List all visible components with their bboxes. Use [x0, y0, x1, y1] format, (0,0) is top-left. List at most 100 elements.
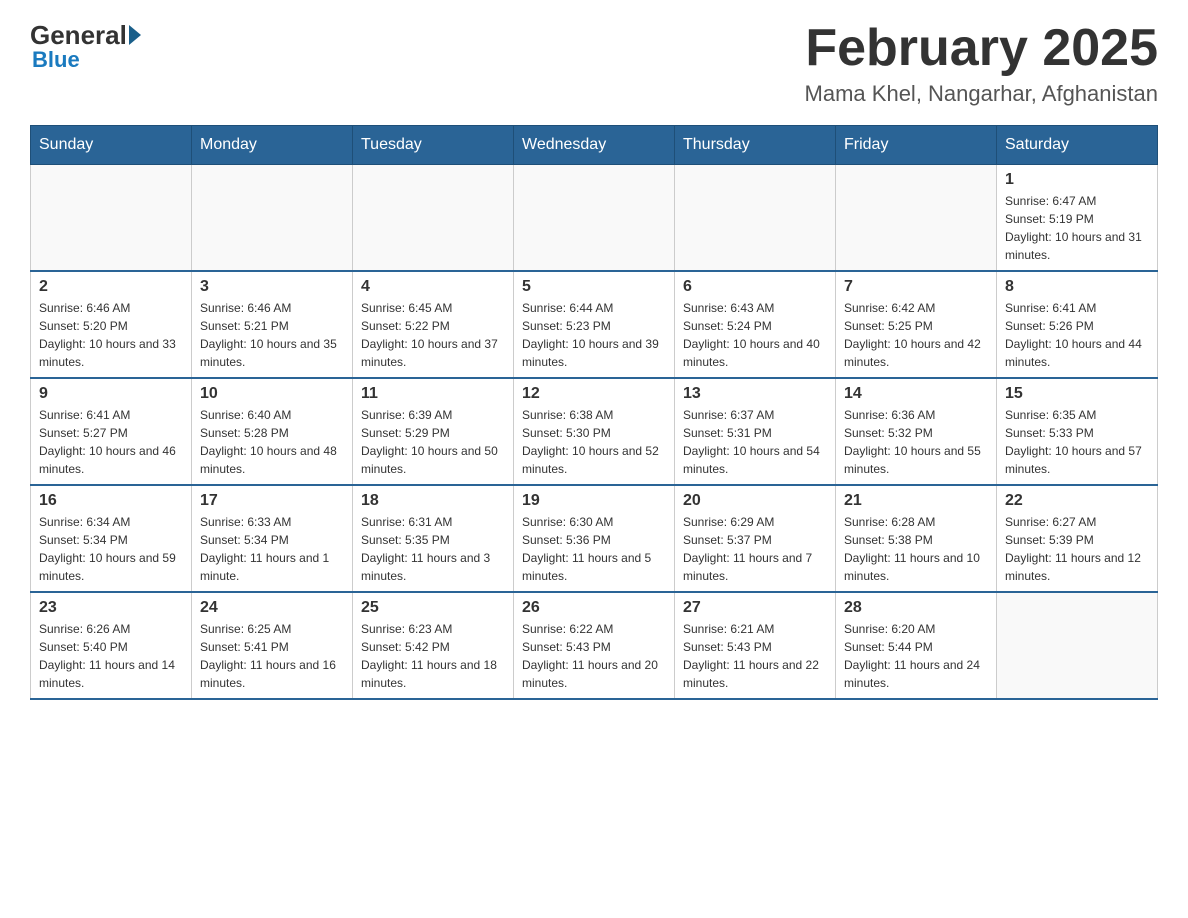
page-header: General Blue February 2025 Mama Khel, Na… — [30, 20, 1158, 107]
calendar-cell: 25 Sunrise: 6:23 AM Sunset: 5:42 PM Dayli… — [353, 592, 514, 699]
logo-arrow-icon — [129, 25, 141, 45]
calendar-week-1: 1 Sunrise: 6:47 AM Sunset: 5:19 PM Daylig… — [31, 165, 1158, 272]
calendar-cell: 20 Sunrise: 6:29 AM Sunset: 5:37 PM Dayli… — [675, 485, 836, 592]
calendar-week-3: 9 Sunrise: 6:41 AM Sunset: 5:27 PM Daylig… — [31, 378, 1158, 485]
calendar-cell: 2 Sunrise: 6:46 AM Sunset: 5:20 PM Daylig… — [31, 271, 192, 378]
day-info: Sunrise: 6:35 AM Sunset: 5:33 PM Dayligh… — [1005, 406, 1149, 478]
day-number: 17 — [200, 492, 344, 510]
day-number: 5 — [522, 278, 666, 296]
calendar-cell: 21 Sunrise: 6:28 AM Sunset: 5:38 PM Dayli… — [836, 485, 997, 592]
calendar-cell — [353, 165, 514, 272]
day-info: Sunrise: 6:33 AM Sunset: 5:34 PM Dayligh… — [200, 513, 344, 585]
weekday-header-saturday: Saturday — [997, 126, 1158, 165]
calendar-cell: 22Sunrise: 6:27 AM Sunset: 5:39 PM Dayli… — [997, 485, 1158, 592]
weekday-header-monday: Monday — [192, 126, 353, 165]
day-info: Sunrise: 6:41 AM Sunset: 5:26 PM Dayligh… — [1005, 299, 1149, 371]
calendar-cell: 12 Sunrise: 6:38 AM Sunset: 5:30 PM Dayli… — [514, 378, 675, 485]
calendar-cell: 9 Sunrise: 6:41 AM Sunset: 5:27 PM Daylig… — [31, 378, 192, 485]
calendar-cell: 5 Sunrise: 6:44 AM Sunset: 5:23 PM Daylig… — [514, 271, 675, 378]
day-number: 4 — [361, 278, 505, 296]
month-title: February 2025 — [805, 20, 1158, 77]
calendar-cell: 17 Sunrise: 6:33 AM Sunset: 5:34 PM Dayli… — [192, 485, 353, 592]
day-number: 6 — [683, 278, 827, 296]
day-info: Sunrise: 6:27 AM Sunset: 5:39 PM Dayligh… — [1005, 513, 1149, 585]
day-number: 19 — [522, 492, 666, 510]
day-info: Sunrise: 6:37 AM Sunset: 5:31 PM Dayligh… — [683, 406, 827, 478]
day-number: 9 — [39, 385, 183, 403]
day-number: 23 — [39, 599, 183, 617]
day-info: Sunrise: 6:28 AM Sunset: 5:38 PM Dayligh… — [844, 513, 988, 585]
day-number: 13 — [683, 385, 827, 403]
calendar-cell: 6 Sunrise: 6:43 AM Sunset: 5:24 PM Daylig… — [675, 271, 836, 378]
calendar-cell — [192, 165, 353, 272]
weekday-header-wednesday: Wednesday — [514, 126, 675, 165]
day-number: 25 — [361, 599, 505, 617]
day-info: Sunrise: 6:45 AM Sunset: 5:22 PM Dayligh… — [361, 299, 505, 371]
calendar-week-5: 23 Sunrise: 6:26 AM Sunset: 5:40 PM Dayli… — [31, 592, 1158, 699]
calendar-cell — [836, 165, 997, 272]
day-number: 24 — [200, 599, 344, 617]
day-info: Sunrise: 6:43 AM Sunset: 5:24 PM Dayligh… — [683, 299, 827, 371]
calendar-week-4: 16 Sunrise: 6:34 AM Sunset: 5:34 PM Dayli… — [31, 485, 1158, 592]
day-info: Sunrise: 6:29 AM Sunset: 5:37 PM Dayligh… — [683, 513, 827, 585]
calendar-cell — [31, 165, 192, 272]
calendar-cell: 26Sunrise: 6:22 AM Sunset: 5:43 PM Dayli… — [514, 592, 675, 699]
calendar-week-2: 2 Sunrise: 6:46 AM Sunset: 5:20 PM Daylig… — [31, 271, 1158, 378]
weekday-header-sunday: Sunday — [31, 126, 192, 165]
day-number: 20 — [683, 492, 827, 510]
day-number: 15 — [1005, 385, 1149, 403]
weekday-header-row: SundayMondayTuesdayWednesdayThursdayFrid… — [31, 126, 1158, 165]
weekday-header-thursday: Thursday — [675, 126, 836, 165]
calendar-table: SundayMondayTuesdayWednesdayThursdayFrid… — [30, 125, 1158, 700]
day-info: Sunrise: 6:41 AM Sunset: 5:27 PM Dayligh… — [39, 406, 183, 478]
day-number: 3 — [200, 278, 344, 296]
calendar-cell: 19Sunrise: 6:30 AM Sunset: 5:36 PM Dayli… — [514, 485, 675, 592]
location-label: Mama Khel, Nangarhar, Afghanistan — [805, 81, 1158, 107]
day-number: 2 — [39, 278, 183, 296]
day-number: 12 — [522, 385, 666, 403]
day-info: Sunrise: 6:40 AM Sunset: 5:28 PM Dayligh… — [200, 406, 344, 478]
calendar-cell: 15 Sunrise: 6:35 AM Sunset: 5:33 PM Dayli… — [997, 378, 1158, 485]
calendar-cell: 7 Sunrise: 6:42 AM Sunset: 5:25 PM Daylig… — [836, 271, 997, 378]
calendar-cell: 3 Sunrise: 6:46 AM Sunset: 5:21 PM Daylig… — [192, 271, 353, 378]
calendar-cell — [675, 165, 836, 272]
logo: General Blue — [30, 20, 141, 73]
day-number: 1 — [1005, 171, 1149, 189]
logo-blue-label: Blue — [32, 47, 80, 73]
calendar-cell: 1 Sunrise: 6:47 AM Sunset: 5:19 PM Daylig… — [997, 165, 1158, 272]
day-number: 16 — [39, 492, 183, 510]
calendar-cell: 28Sunrise: 6:20 AM Sunset: 5:44 PM Dayli… — [836, 592, 997, 699]
calendar-cell — [997, 592, 1158, 699]
day-number: 18 — [361, 492, 505, 510]
day-info: Sunrise: 6:36 AM Sunset: 5:32 PM Dayligh… — [844, 406, 988, 478]
day-number: 28 — [844, 599, 988, 617]
day-info: Sunrise: 6:39 AM Sunset: 5:29 PM Dayligh… — [361, 406, 505, 478]
day-info: Sunrise: 6:26 AM Sunset: 5:40 PM Dayligh… — [39, 620, 183, 692]
day-info: Sunrise: 6:42 AM Sunset: 5:25 PM Dayligh… — [844, 299, 988, 371]
calendar-header: SundayMondayTuesdayWednesdayThursdayFrid… — [31, 126, 1158, 165]
title-block: February 2025 Mama Khel, Nangarhar, Afgh… — [805, 20, 1158, 107]
day-info: Sunrise: 6:44 AM Sunset: 5:23 PM Dayligh… — [522, 299, 666, 371]
calendar-cell: 4 Sunrise: 6:45 AM Sunset: 5:22 PM Daylig… — [353, 271, 514, 378]
day-number: 11 — [361, 385, 505, 403]
day-number: 14 — [844, 385, 988, 403]
calendar-cell: 10 Sunrise: 6:40 AM Sunset: 5:28 PM Dayli… — [192, 378, 353, 485]
calendar-cell: 11 Sunrise: 6:39 AM Sunset: 5:29 PM Dayli… — [353, 378, 514, 485]
day-number: 7 — [844, 278, 988, 296]
calendar-cell: 16 Sunrise: 6:34 AM Sunset: 5:34 PM Dayli… — [31, 485, 192, 592]
day-info: Sunrise: 6:38 AM Sunset: 5:30 PM Dayligh… — [522, 406, 666, 478]
calendar-cell: 8Sunrise: 6:41 AM Sunset: 5:26 PM Daylig… — [997, 271, 1158, 378]
day-info: Sunrise: 6:25 AM Sunset: 5:41 PM Dayligh… — [200, 620, 344, 692]
day-number: 27 — [683, 599, 827, 617]
day-info: Sunrise: 6:34 AM Sunset: 5:34 PM Dayligh… — [39, 513, 183, 585]
day-info: Sunrise: 6:47 AM Sunset: 5:19 PM Dayligh… — [1005, 192, 1149, 264]
day-info: Sunrise: 6:46 AM Sunset: 5:21 PM Dayligh… — [200, 299, 344, 371]
calendar-body: 1 Sunrise: 6:47 AM Sunset: 5:19 PM Daylig… — [31, 165, 1158, 700]
day-info: Sunrise: 6:23 AM Sunset: 5:42 PM Dayligh… — [361, 620, 505, 692]
day-number: 21 — [844, 492, 988, 510]
day-number: 10 — [200, 385, 344, 403]
day-number: 26 — [522, 599, 666, 617]
day-info: Sunrise: 6:46 AM Sunset: 5:20 PM Dayligh… — [39, 299, 183, 371]
weekday-header-tuesday: Tuesday — [353, 126, 514, 165]
calendar-cell: 23 Sunrise: 6:26 AM Sunset: 5:40 PM Dayli… — [31, 592, 192, 699]
